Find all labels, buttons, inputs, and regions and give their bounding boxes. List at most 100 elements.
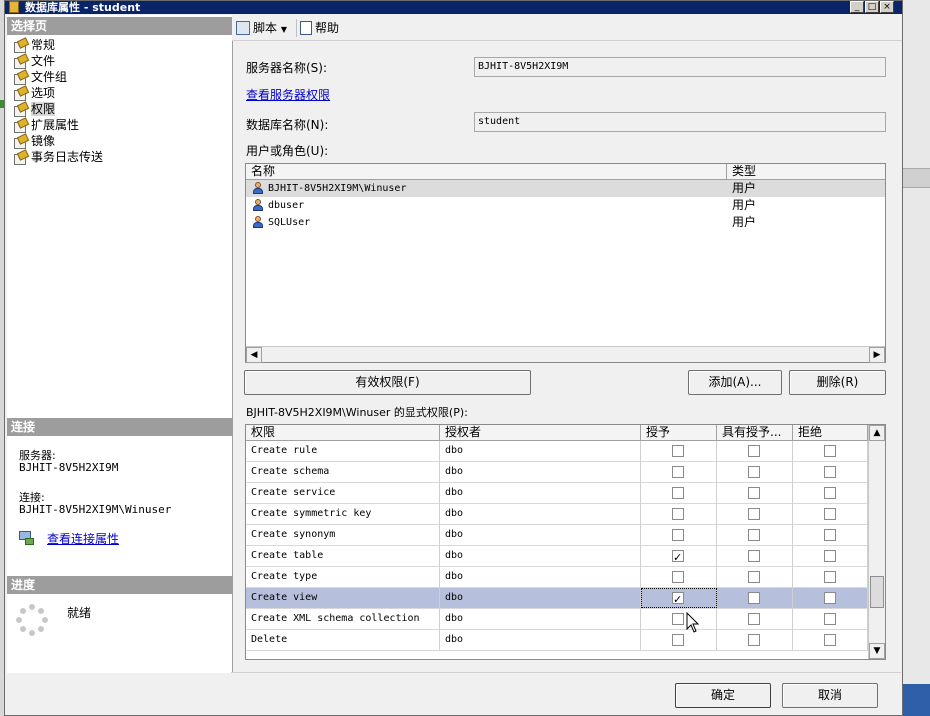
permission-name: Delete (246, 630, 440, 651)
permission-row[interactable]: Create schema dbo (246, 462, 868, 483)
permissions-vertical-scrollbar[interactable]: ▲ ▼ (868, 425, 885, 659)
grant-cell (641, 567, 717, 588)
column-header-name[interactable]: 名称 (246, 164, 727, 180)
with-grant-checkbox[interactable] (748, 487, 760, 499)
grant-checkbox[interactable] (672, 466, 684, 478)
deny-checkbox[interactable] (824, 508, 836, 520)
column-header-deny[interactable]: 拒绝 (793, 425, 868, 441)
permission-name: Create table (246, 546, 440, 567)
connection-value: BJHIT-8V5H2XI9M\Winuser (19, 503, 172, 516)
title-bar[interactable]: 数据库属性 - student _ □ × (5, 1, 902, 14)
deny-cell (793, 546, 868, 567)
scroll-down-icon[interactable]: ▼ (869, 643, 885, 659)
add-button[interactable]: 添加(A)... (688, 370, 782, 395)
maximize-button[interactable]: □ (865, 1, 879, 13)
grant-checkbox[interactable] (672, 613, 684, 625)
permission-grantor: dbo (440, 483, 641, 504)
column-header-permission[interactable]: 权限 (246, 425, 440, 441)
permission-grantor: dbo (440, 567, 641, 588)
chevron-down-icon: ▼ (280, 25, 287, 34)
page-item-options[interactable]: 选项 (13, 85, 55, 101)
view-server-permissions-link[interactable]: 查看服务器权限 (246, 86, 330, 103)
permission-name: Create view (246, 588, 440, 609)
scroll-thumb[interactable] (870, 576, 884, 608)
page-item-filegroups[interactable]: 文件组 (13, 69, 67, 85)
view-connection-properties-link[interactable]: 查看连接属性 (47, 530, 119, 547)
grant-cell (641, 546, 717, 568)
with-grant-checkbox[interactable] (748, 613, 760, 625)
deny-checkbox[interactable] (824, 487, 836, 499)
cancel-button[interactable]: 取消 (782, 683, 878, 708)
grant-checkbox[interactable] (672, 548, 684, 568)
permission-row[interactable]: Create view dbo (246, 588, 868, 610)
scroll-right-icon[interactable]: ▶ (869, 347, 885, 363)
deny-checkbox[interactable] (824, 550, 836, 562)
help-button[interactable]: 帮助 (300, 20, 339, 36)
deny-cell (793, 630, 868, 651)
permission-row[interactable]: Create rule dbo (246, 441, 868, 462)
scroll-up-icon[interactable]: ▲ (869, 425, 885, 441)
grant-checkbox[interactable] (672, 634, 684, 646)
grant-checkbox[interactable] (672, 508, 684, 520)
with-grant-cell (717, 609, 793, 630)
deny-checkbox[interactable] (824, 613, 836, 625)
with-grant-cell (717, 441, 793, 462)
server-name-field[interactable]: BJHIT-8V5H2XI9M (474, 57, 886, 77)
deny-checkbox[interactable] (824, 592, 836, 604)
grant-checkbox[interactable] (672, 529, 684, 541)
permission-row[interactable]: Create synonym dbo (246, 525, 868, 546)
user-row[interactable]: dbuser 用户 (246, 197, 885, 214)
grant-checkbox[interactable] (672, 487, 684, 499)
ok-button[interactable]: 确定 (675, 683, 771, 708)
effective-permissions-button[interactable]: 有效权限(F) (244, 370, 531, 395)
permission-row[interactable]: Create table dbo (246, 546, 868, 568)
script-button[interactable]: 脚本 ▼ (236, 20, 287, 36)
with-grant-cell (717, 546, 793, 567)
with-grant-checkbox[interactable] (748, 571, 760, 583)
permission-row[interactable]: Create type dbo (246, 567, 868, 588)
with-grant-checkbox[interactable] (748, 529, 760, 541)
permission-row[interactable]: Create service dbo (246, 483, 868, 504)
with-grant-checkbox[interactable] (748, 634, 760, 646)
scroll-left-icon[interactable]: ◀ (246, 347, 262, 363)
deny-cell (793, 462, 868, 483)
permission-grantor: dbo (440, 546, 641, 567)
deny-checkbox[interactable] (824, 445, 836, 457)
deny-checkbox[interactable] (824, 529, 836, 541)
remove-button[interactable]: 删除(R) (789, 370, 886, 395)
database-name-field[interactable]: student (474, 112, 886, 132)
page-item-log-shipping[interactable]: 事务日志传送 (13, 149, 103, 165)
close-button[interactable]: × (880, 1, 894, 13)
with-grant-cell (717, 630, 793, 651)
grant-checkbox[interactable] (672, 445, 684, 457)
page-item-files[interactable]: 文件 (13, 53, 55, 69)
with-grant-checkbox[interactable] (748, 550, 760, 562)
column-header-type[interactable]: 类型 (727, 164, 885, 180)
permission-row[interactable]: Create XML schema collection dbo (246, 609, 868, 630)
page-item-general[interactable]: 常规 (13, 37, 55, 53)
column-header-with-grant[interactable]: 具有授予... (717, 425, 793, 441)
grant-checkbox[interactable] (672, 571, 684, 583)
users-horizontal-scrollbar[interactable]: ◀ ▶ (246, 346, 885, 363)
page-item-mirroring[interactable]: 镜像 (13, 133, 55, 149)
permission-grantor: dbo (440, 609, 641, 630)
deny-checkbox[interactable] (824, 466, 836, 478)
connection-properties-icon (19, 531, 35, 545)
with-grant-checkbox[interactable] (748, 466, 760, 478)
permissions-grid: 权限 授权者 授予 具有授予... 拒绝 Create rule dbo Creat… (245, 424, 886, 660)
minimize-button[interactable]: _ (850, 1, 864, 13)
column-header-grantor[interactable]: 授权者 (440, 425, 641, 441)
deny-checkbox[interactable] (824, 571, 836, 583)
user-row[interactable]: BJHIT-8V5H2XI9M\Winuser 用户 (246, 180, 885, 197)
permission-row[interactable]: Delete dbo (246, 630, 868, 651)
column-header-grant[interactable]: 授予 (641, 425, 717, 441)
with-grant-cell (717, 588, 793, 609)
permission-row[interactable]: Create symmetric key dbo (246, 504, 868, 525)
page-item-permissions[interactable]: 权限 (13, 101, 56, 117)
with-grant-checkbox[interactable] (748, 445, 760, 457)
page-item-extended-properties[interactable]: 扩展属性 (13, 117, 79, 133)
with-grant-checkbox[interactable] (748, 592, 760, 604)
user-row[interactable]: SQLUser 用户 (246, 214, 885, 231)
with-grant-checkbox[interactable] (748, 508, 760, 520)
deny-checkbox[interactable] (824, 634, 836, 646)
